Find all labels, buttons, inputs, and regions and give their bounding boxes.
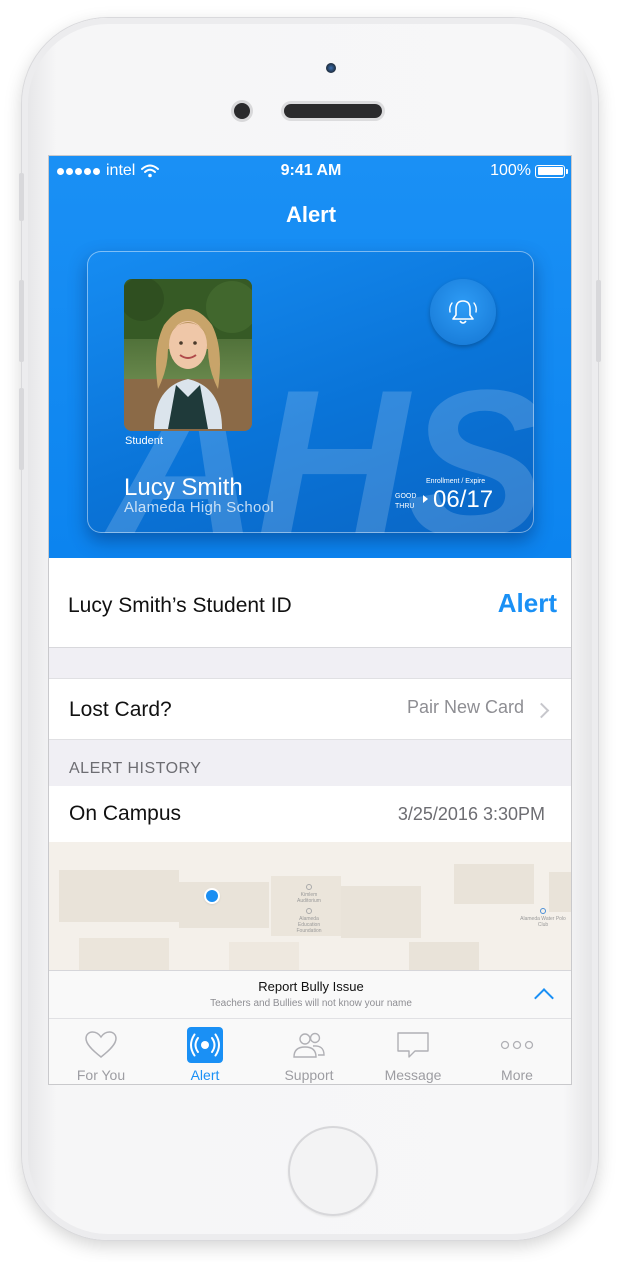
expire-date: 06/17 <box>433 486 494 513</box>
student-photo <box>124 279 252 431</box>
earpiece-speaker <box>284 104 382 118</box>
alert-location-map[interactable]: Kimlem Auditorium Alameda Education Foun… <box>49 842 571 972</box>
tab-bar: For You Alert Support Message More <box>49 1018 571 1084</box>
student-name: Lucy Smith <box>124 474 243 501</box>
tab-more[interactable]: More <box>465 1019 569 1084</box>
student-id-row: Lucy Smith’s Student ID Alert <box>49 558 571 648</box>
tab-for-you[interactable]: For You <box>49 1019 153 1084</box>
status-bar: intel 9:41 AM 100% <box>49 156 571 186</box>
map-buildings <box>59 864 571 972</box>
map-label-auditorium: Kimlem Auditorium <box>297 892 321 904</box>
power-button <box>596 280 601 362</box>
map-poi-marker <box>306 884 312 890</box>
hero-header: intel 9:41 AM 100% Alert AHS Student Luc… <box>49 156 571 558</box>
status-right: 100% <box>490 162 568 180</box>
pair-new-card-link[interactable]: Pair New Card <box>407 697 524 718</box>
tab-message[interactable]: Message <box>361 1019 465 1084</box>
battery-icon <box>535 164 568 178</box>
good-thru-line-1: GOOD <box>395 493 417 500</box>
heart-icon <box>82 1027 120 1063</box>
bell-ringing-icon <box>449 300 477 324</box>
tab-label: For You <box>76 1067 126 1083</box>
map-poi-marker <box>540 908 546 914</box>
card-alert-button[interactable] <box>430 279 496 345</box>
mute-switch <box>19 173 24 221</box>
tab-label: Message <box>384 1067 442 1083</box>
photo-caption: Student <box>125 435 163 447</box>
volume-down-button <box>19 388 24 470</box>
battery-percentage: 100% <box>490 162 531 179</box>
people-icon <box>290 1027 328 1063</box>
tab-label: Alert <box>190 1067 220 1083</box>
student-id-card[interactable]: AHS Student Lucy Smith Alameda High Scho… <box>87 251 534 533</box>
more-dots-icon <box>498 1027 536 1063</box>
app-screen: intel 9:41 AM 100% Alert AHS Student Luc… <box>48 155 572 1085</box>
school-name: Alameda High School <box>124 499 274 516</box>
message-bubble-icon <box>394 1027 432 1063</box>
good-thru-label: GOOD THRU <box>395 492 416 512</box>
alert-timestamp: 3/25/2016 3:30PM <box>397 804 545 824</box>
alert-history-item[interactable]: On Campus 3/25/2016 3:30PM <box>49 786 571 842</box>
alert-broadcast-icon <box>186 1027 224 1063</box>
tab-support[interactable]: Support <box>257 1019 361 1084</box>
map-poi-marker <box>306 908 312 914</box>
chevron-right-icon <box>533 702 550 719</box>
good-thru-line-2: THRU <box>395 503 415 510</box>
report-subtitle: Teachers and Bullies will not know your … <box>210 998 412 1009</box>
map-label-water-polo-club: Alameda Water Polo Club <box>520 916 566 928</box>
home-button[interactable] <box>288 1126 378 1216</box>
expire-caption: Enrollment / Expire <box>426 478 486 485</box>
student-id-label: Lucy Smith’s Student ID <box>68 594 292 617</box>
front-camera <box>234 103 250 119</box>
location-pin <box>206 890 218 902</box>
tab-label: Support <box>284 1067 334 1083</box>
alert-history-header: ALERT HISTORY <box>69 760 202 777</box>
alert-action-button[interactable]: Alert <box>498 588 557 619</box>
report-bully-bar[interactable]: Report Bully Issue Teachers and Bullies … <box>49 970 571 1019</box>
tab-alert[interactable]: Alert <box>153 1019 257 1084</box>
volume-up-button <box>19 280 24 362</box>
map-label-education-foundation: Alameda Education Foundation <box>296 916 322 934</box>
lost-card-label: Lost Card? <box>69 698 172 721</box>
report-title: Report Bully Issue <box>258 979 364 994</box>
expire-arrow-icon <box>423 495 428 503</box>
front-sensor <box>326 63 336 73</box>
page-title: Alert <box>285 202 337 227</box>
tab-label: More <box>501 1067 533 1083</box>
lost-card-row[interactable]: Lost Card? Pair New Card <box>49 678 571 740</box>
alert-location: On Campus <box>69 802 182 825</box>
